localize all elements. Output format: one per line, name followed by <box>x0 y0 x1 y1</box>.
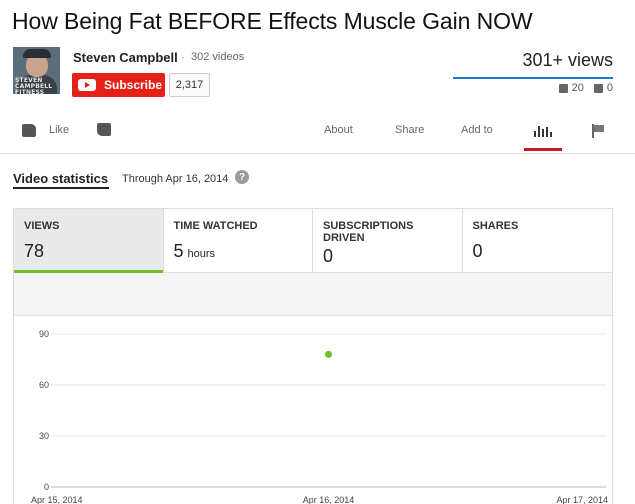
chart-panel: 0 30 60 90 Apr 15, 2014 Apr 16, 2014 Apr 17, 2… <box>13 273 613 504</box>
subscriber-count: 2,317 <box>169 73 210 97</box>
metric-value: 0 <box>323 246 334 266</box>
statistics-icon[interactable] <box>534 126 552 137</box>
subscribe-button[interactable]: Subscribe <box>72 73 165 97</box>
subscribe-label: Subscribe <box>104 78 163 92</box>
y-tick-label: 60 <box>39 380 49 390</box>
y-tick-label: 90 <box>39 329 49 339</box>
like-small-icon <box>558 83 568 93</box>
channel-video-count[interactable]: 302 videos <box>191 51 244 63</box>
like-icon[interactable] <box>22 124 36 137</box>
like-ratio-bar <box>453 77 613 79</box>
metrics-tabs: VIEWS 78 TIME WATCHED 5 hours SUBSCRIPTIO… <box>13 208 613 273</box>
dislike-small-icon <box>593 83 603 93</box>
report-flag-icon[interactable] <box>592 124 604 138</box>
metric-label: VIEWS <box>24 220 60 232</box>
dislike-count: 0 <box>606 82 613 94</box>
like-dislike-summary: 20 0 <box>558 82 613 94</box>
like-count: 20 <box>571 82 584 94</box>
metric-value: 0 <box>472 241 483 261</box>
data-point[interactable] <box>325 350 332 358</box>
video-title: How Being Fat BEFORE Effects Muscle Gain… <box>12 8 533 34</box>
dislike-icon[interactable] <box>97 123 111 136</box>
metric-value: 5 hours <box>173 241 216 261</box>
statistics-through-date: Through Apr 16, 2014 <box>122 173 229 185</box>
y-tick-label: 30 <box>39 431 49 441</box>
video-statistics-underline <box>13 187 109 189</box>
metric-subscriptions-driven[interactable]: SUBSCRIPTIONS DRIVEN 0 <box>313 209 463 272</box>
metric-label: SHARES <box>472 220 519 232</box>
tab-about[interactable]: About <box>324 124 353 136</box>
metric-shares[interactable]: SHARES 0 <box>463 209 613 272</box>
channel-avatar[interactable]: STEVEN CAMPBELL FITNESS <box>13 47 60 94</box>
avatar-cap <box>23 49 51 58</box>
channel-name[interactable]: Steven Campbell <box>73 50 178 65</box>
youtube-play-icon <box>78 79 96 91</box>
chart-area: 0 30 60 90 Apr 15, 2014 Apr 16, 2014 Apr 17, 2… <box>14 315 612 504</box>
y-tick-label: 0 <box>44 482 49 492</box>
metric-value: 78 <box>24 241 45 261</box>
x-tick-label: Apr 16, 2014 <box>303 495 355 504</box>
avatar-brand-text: STEVEN CAMPBELL FITNESS <box>15 77 53 95</box>
action-bar: Like About Share Add to <box>0 118 635 152</box>
tab-add-to[interactable]: Add to <box>461 124 493 136</box>
views-chart: 0 30 60 90 Apr 15, 2014 Apr 16, 2014 Apr 17, 2… <box>31 329 608 504</box>
like-button[interactable]: Like <box>49 124 69 136</box>
help-icon[interactable]: ? <box>235 170 249 184</box>
metric-label: SUBSCRIPTIONS DRIVEN <box>323 220 414 244</box>
tab-share[interactable]: Share <box>395 124 424 136</box>
metric-label: TIME WATCHED <box>173 220 258 232</box>
channel-separator: · <box>181 50 185 64</box>
metric-time-watched[interactable]: TIME WATCHED 5 hours <box>164 209 313 272</box>
x-tick-label: Apr 15, 2014 <box>31 495 83 504</box>
x-tick-label: Apr 17, 2014 <box>556 495 608 504</box>
view-count: 301+ views <box>522 50 613 70</box>
tab-statistics-active-indicator <box>524 148 562 151</box>
video-statistics-heading[interactable]: Video statistics <box>13 171 108 186</box>
divider <box>0 153 635 154</box>
metric-views[interactable]: VIEWS 78 <box>14 209 164 273</box>
